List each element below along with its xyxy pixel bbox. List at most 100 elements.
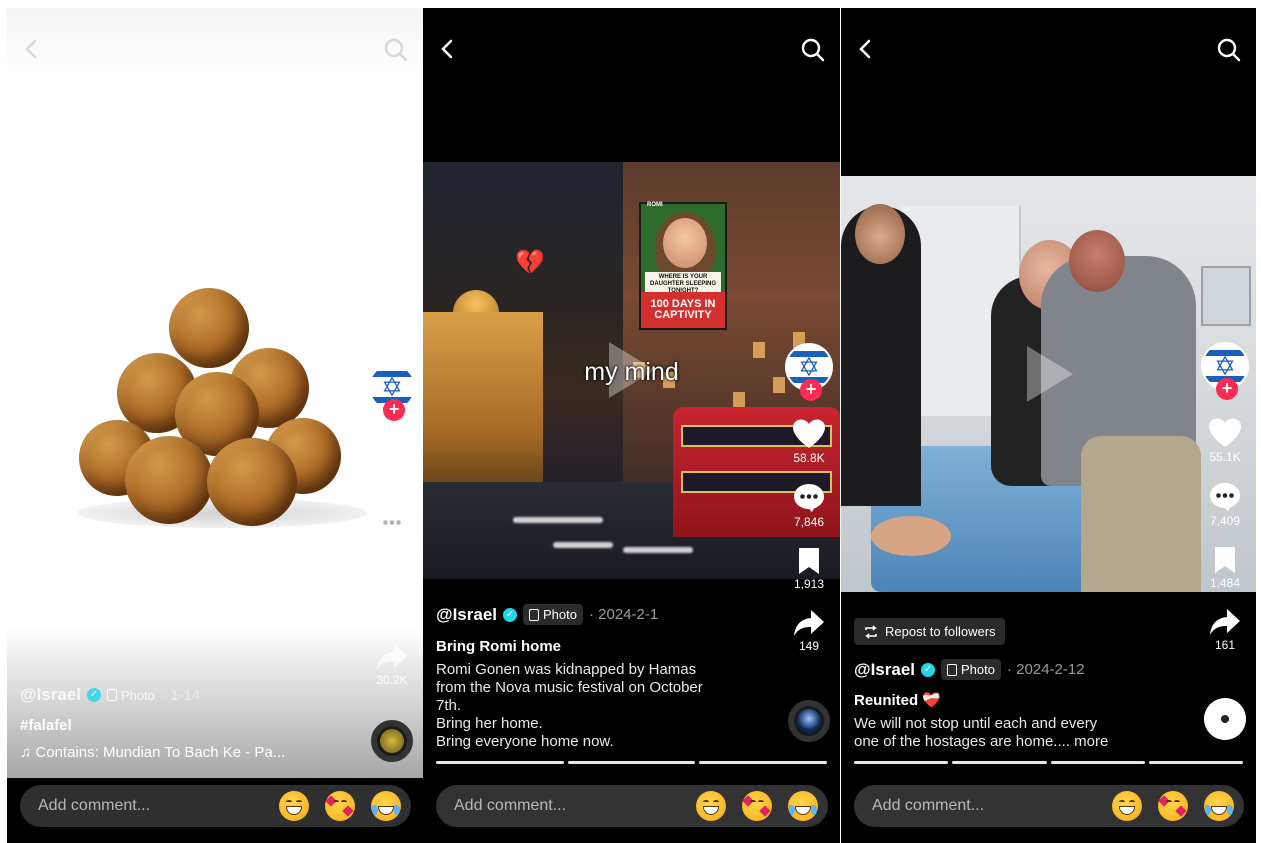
share-count: 30.2K: [376, 673, 408, 687]
love-emoji-icon[interactable]: [742, 791, 772, 821]
progress-segment[interactable]: [436, 761, 564, 764]
love-emoji-icon[interactable]: [1158, 791, 1188, 821]
progress-segment[interactable]: [567, 761, 696, 764]
creator-avatar[interactable]: ✡ +: [785, 343, 833, 401]
comment-bar[interactable]: Add comment...: [854, 785, 1244, 827]
medical-monitor: [1201, 266, 1251, 326]
comment-count: 4,241: [376, 541, 408, 555]
grin-emoji-icon[interactable]: [279, 791, 309, 821]
like-button[interactable]: 79.1K: [365, 441, 419, 487]
username[interactable]: @Israel: [436, 605, 497, 625]
follow-plus-icon[interactable]: +: [1216, 378, 1238, 400]
back-icon[interactable]: [855, 38, 877, 60]
user-line: @Israel ✓ Photo · 1-14: [20, 685, 359, 705]
bare-feet: [871, 516, 951, 556]
heart-icon: [376, 441, 408, 470]
music-disc-icon[interactable]: [371, 720, 413, 762]
photo-badge: Photo: [941, 659, 1001, 680]
comment-button[interactable]: 7,846: [782, 483, 836, 529]
save-button[interactable]: 1,484: [1198, 546, 1252, 590]
music-disc-icon[interactable]: [1204, 698, 1246, 740]
photo-icon: [947, 663, 958, 676]
save-button[interactable]: 5,046: [365, 577, 419, 621]
back-icon[interactable]: [437, 38, 459, 60]
caption: @Israel ✓ Photo · 2024-2-12 Reunited ❤️‍…: [854, 659, 1192, 751]
laugh-tears-emoji-icon[interactable]: [1204, 791, 1234, 821]
progress-segment[interactable]: [1050, 761, 1145, 764]
progress-segment[interactable]: [699, 761, 828, 764]
play-icon[interactable]: [1027, 346, 1073, 402]
photo-badge-label: Photo: [121, 687, 155, 703]
body-line: 7th.: [436, 697, 462, 714]
photo-badge-label: Photo: [543, 607, 577, 622]
share-count: 149: [798, 639, 820, 653]
search-icon[interactable]: [1216, 37, 1242, 63]
video-panel-reunited[interactable]: ✡ + 55.1K 7,409 1,484 161 Repost to foll…: [841, 8, 1256, 843]
carousel-progress: [854, 761, 1243, 764]
grin-emoji-icon[interactable]: [696, 791, 726, 821]
progress-segment[interactable]: [1148, 761, 1243, 764]
comment-button[interactable]: 7,409: [1198, 482, 1252, 528]
billboard-brand: ROMI: [647, 202, 663, 208]
comment-input[interactable]: Add comment...: [454, 797, 680, 815]
like-count: 58.8K: [793, 451, 825, 465]
post-title: Reunited ❤️‍🩹: [854, 692, 942, 709]
username[interactable]: @Israel: [854, 660, 915, 680]
search-icon[interactable]: [800, 37, 826, 63]
love-emoji-icon[interactable]: [325, 791, 355, 821]
follow-plus-icon[interactable]: +: [383, 399, 405, 421]
username[interactable]: @Israel: [20, 685, 81, 705]
share-icon: [1210, 609, 1240, 635]
creator-avatar[interactable]: ✡ +: [1201, 342, 1249, 400]
save-count: 5,046: [376, 607, 408, 621]
laugh-tears-emoji-icon[interactable]: [788, 791, 818, 821]
follow-plus-icon[interactable]: +: [800, 379, 822, 401]
post-image-falafel[interactable]: [7, 8, 423, 778]
falafel-ball: [169, 288, 249, 368]
body-line: Bring her home.: [436, 715, 543, 732]
comment-icon: [377, 510, 407, 538]
comment-input[interactable]: Add comment...: [872, 797, 1096, 815]
share-button[interactable]: 149: [782, 609, 836, 653]
like-button[interactable]: 58.8K: [782, 419, 836, 465]
save-button[interactable]: 1,913: [782, 547, 836, 591]
post-body[interactable]: We will not stop until each and every on…: [854, 715, 1192, 751]
like-count: 55.1K: [1209, 450, 1241, 464]
post-image-london-street[interactable]: ROMI WHERE IS YOUR DAUGHTER SLEEPING TON…: [423, 162, 840, 579]
post-image-hospital-reunion[interactable]: [841, 176, 1256, 592]
falafel-ball: [207, 438, 297, 526]
body-line: from the Nova music festival on October: [436, 679, 703, 696]
share-button[interactable]: 161: [1198, 608, 1252, 652]
save-count: 1,484: [1209, 576, 1241, 590]
share-button[interactable]: 30.2K: [365, 643, 419, 687]
comment-bar[interactable]: Add comment...: [436, 785, 828, 827]
progress-segment[interactable]: [952, 761, 1047, 764]
progress-segment[interactable]: [854, 761, 949, 764]
user-line: @Israel ✓ Photo · 2024-2-12: [854, 659, 1192, 680]
romi-billboard: ROMI WHERE IS YOUR DAUGHTER SLEEPING TON…: [639, 202, 727, 330]
video-panel-romi[interactable]: ROMI WHERE IS YOUR DAUGHTER SLEEPING TON…: [423, 8, 840, 843]
bookmark-icon: [382, 578, 402, 604]
video-panel-falafel[interactable]: ✡ + 79.1K 4,241 5,046 30.2K @Israel ✓ Ph…: [7, 8, 423, 843]
hashtag[interactable]: #falafel: [20, 717, 359, 734]
post-date: · 2024-2-1: [589, 606, 659, 623]
comment-count: 7,846: [793, 515, 825, 529]
like-button[interactable]: 55.1K: [1198, 418, 1252, 464]
repost-button[interactable]: Repost to followers: [854, 618, 1005, 645]
grin-emoji-icon[interactable]: [1112, 791, 1142, 821]
top-bar: [423, 8, 840, 88]
creator-avatar[interactable]: ✡ +: [368, 363, 416, 421]
laugh-tears-emoji-icon[interactable]: [371, 791, 401, 821]
share-count: 161: [1214, 638, 1236, 652]
music-label[interactable]: ♫ Contains: Mundian To Bach Ke - Pa...: [20, 744, 359, 761]
comment-button[interactable]: 4,241: [365, 509, 419, 555]
post-date: · 1-14: [161, 686, 201, 704]
billboard-days: 100 DAYS IN CAPTIVITY: [650, 298, 716, 321]
bookmark-icon: [1215, 547, 1235, 573]
comment-bar[interactable]: Add comment...: [20, 785, 411, 827]
man-head: [1069, 230, 1125, 292]
music-disc-icon[interactable]: [788, 700, 830, 742]
search-icon[interactable]: [383, 37, 409, 63]
back-icon[interactable]: [21, 38, 43, 60]
comment-input[interactable]: Add comment...: [38, 797, 263, 815]
